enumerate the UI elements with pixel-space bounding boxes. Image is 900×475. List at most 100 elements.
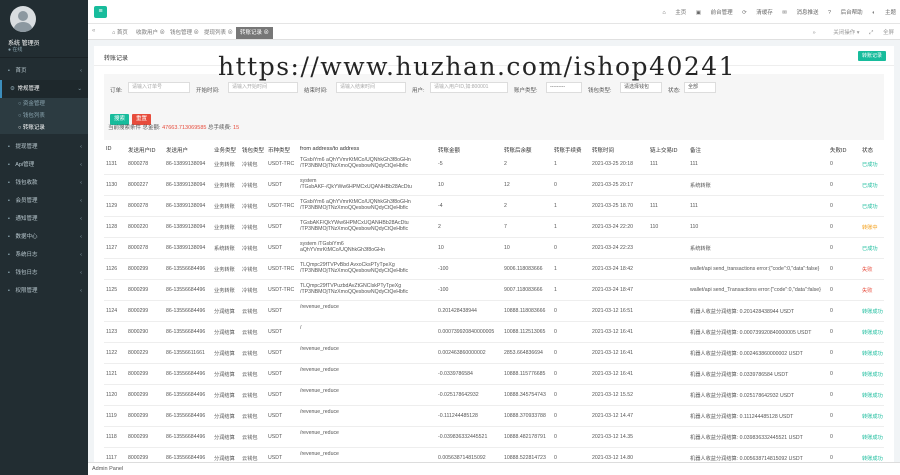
tab-label: 提现列表 [204,30,227,36]
table-cell: 10 [438,245,444,251]
tab-home[interactable]: ⌂ 首页 [108,27,132,39]
filter-label-user: 用户: [412,88,425,94]
table-row[interactable]: 1123 8000290 86-13556684496 分润结算 云钱包 USDT / 0.0… [104,322,884,343]
table-cell: USDT [268,455,283,461]
table-row[interactable]: 1119 8000299 86-13556684496 分润结算 云钱包 USDT/rev… [104,406,884,427]
table-cell: 8000278 [128,161,149,167]
table-cell: TGsbAKF/QkYWw6HPMCxUQANHBb28AcDtu /TP3NB… [300,220,409,232]
order-input[interactable]: 请输入订单号 [128,82,190,93]
table-cell: 转账成功 [862,330,883,336]
money-icon: ▪ [8,144,10,150]
stats-count-label: 总手续费: [207,125,232,131]
transfer-record-button[interactable]: 转账记录 [857,51,886,61]
table-row[interactable]: 1129 8000278 86-13899138094 业务转账 冷钱包 USDT-TRC… [104,196,884,217]
sidebar-item-auth[interactable]: ▪ 权限管理 ‹ [0,282,88,300]
tab-collect-users[interactable]: 收款用户 ⊗ [132,27,169,39]
table-cell: 业务转账 [214,162,235,168]
push-link[interactable]: ✉ 消息推送 [782,10,818,16]
table-cell: 8000227 [128,182,149,188]
chevron-left-icon: ‹ [80,288,82,294]
status-select[interactable]: 全部 [684,82,716,93]
clear-cache-link[interactable]: ⟳ 清缓存 [742,10,773,16]
sidebar-item-data[interactable]: ▪ 数据中心 ‹ [0,228,88,246]
table-cell: 冷钱包 [242,288,258,294]
fullscreen-button[interactable]: ⤢ 全屏 [869,30,894,36]
sidebar-subitem-label: 资金管理 [22,101,45,107]
table-cell: 机器人收益分润结算: 0.039836332445521 USDT [690,435,803,441]
table-row[interactable]: 1130 8000227 86-13899138094 业务转账 冷钱包 USDT syst… [104,175,884,196]
frontend-link[interactable]: ▣ 前台管理 [696,10,733,16]
help-link[interactable]: ? 后台帮助 [828,10,863,16]
chevron-left-icon: ‹ [80,68,82,74]
sidebar-item-home[interactable]: ▪ 首页 ‹ [0,62,88,80]
table-row[interactable]: 1131 8000278 86-13899138094 业务转账 冷钱包 USDT-TRC… [104,154,884,175]
table-row[interactable]: 1126 8000299 86-13556684496 业务转账 冷钱包 USDT-TRC… [104,259,884,280]
menu-toggle-icon[interactable]: ≡ [94,6,107,18]
avatar[interactable] [10,6,36,32]
sidebar-subitem-wallets[interactable]: ○ 钱包列表 [0,110,88,122]
tab-withdraws[interactable]: 提现列表 ⊗ [200,27,237,39]
table-cell: 转账成功 [862,456,883,462]
table-cell: TLQmpc29fTVPvBbd AvxoCksPTyTpeXg /TP3NBM… [300,262,409,274]
table-cell: 失败 [862,288,873,294]
tab-next-icon[interactable]: » [813,30,816,36]
user-input[interactable]: 请输入用户ID,如:800001 [430,82,508,93]
table-cell: USDT [268,329,283,335]
table-row[interactable]: 1124 8000299 86-13556684496 分润结算 云钱包 USDT/rev… [104,301,884,322]
end-time-input[interactable]: 请输入结束时间 [336,82,406,93]
table-cell: USDT [268,371,283,377]
table-cell: 1 [554,203,557,209]
sidebar-subitem-funds[interactable]: ○ 资金管理 [0,98,88,110]
sidebar-item-api[interactable]: ▪ Api管理 ‹ [0,156,88,174]
table-row[interactable]: 1121 8000299 86-13556684496 分润结算 云钱包 USDT/rev… [104,364,884,385]
sidebar-item-label: 权限管理 [15,288,38,294]
table-row[interactable]: 1118 8000299 86-13556684496 分润结算 云钱包 USDT/rev… [104,427,884,448]
table-row[interactable]: 1122 8000229 86-13556611661 分润结算 云钱包 USDT/rev… [104,343,884,364]
table-cell: 10888.345754743 [504,392,546,398]
sidebar-item-collect[interactable]: ▪ 钱包收款 ‹ [0,174,88,192]
wallet-type-select[interactable]: 请选择钱包 [620,82,662,93]
sidebar-item-notify[interactable]: ▪ 通知管理 ‹ [0,210,88,228]
table-row[interactable]: 1127 8000278 86-13899138094 系统转账 冷钱包 USDT syst… [104,238,884,259]
tab-close-ops[interactable]: 关闭操作 ▾ [825,30,859,36]
table-cell: 110 [690,224,699,230]
table-cell: 冷钱包 [242,162,258,168]
home-link[interactable]: ⌂ 主页 [662,10,686,16]
table-row[interactable]: 1120 8000299 86-13556684496 分润结算 云钱包 USDT/rev… [104,385,884,406]
sidebar-item-general[interactable]: ⚙ 常规管理 ⌄ [0,80,88,98]
sidebar-item-syslog[interactable]: ▪ 系统日志 ‹ [0,246,88,264]
table-cell: 0 [830,161,833,167]
sidebar-item-withdraw[interactable]: ▪ 提现管理 ‹ [0,138,88,156]
sidebar: 系统 管理员 ● 在线 ▪ 首页 ‹ ⚙ 常规管理 ⌄ ○ 资金管理 ○ 钱包列表 … [0,0,88,475]
table-cell: 冷钱包 [242,225,258,231]
tab-prev-icon[interactable]: « [92,28,95,34]
table-cell: 111 [690,203,698,209]
account-type-select[interactable]: --------- [546,82,582,93]
table-cell: 0 [554,245,557,251]
sidebar-item-members[interactable]: ▪ 会员管理 ‹ [0,192,88,210]
table-cell: 0 [830,182,833,188]
tab-label: 收款用户 [136,30,159,36]
tab-transfers[interactable]: 转账记录 ⊗ [236,27,274,39]
table-row[interactable]: 1117 8000299 86-13556684496 分润结算 云钱包 USDT/rev… [104,448,884,462]
table-cell: 2 [438,224,441,230]
table-row[interactable]: 1128 8000220 86-13899138094 业务转账 冷钱包 USDT TGsb… [104,217,884,238]
table-cell: 8000229 [128,350,149,356]
table-cell: 86-13899138094 [166,182,206,188]
table-cell: 机器人收益分润结算: 0.201428438944 USDT [690,309,795,315]
start-time-input[interactable]: 请输入开始时间 [228,82,298,93]
table-cell: 冷钱包 [242,246,258,252]
table-cell: 8000299 [128,308,149,314]
table-cell: 10088.112513065 [504,329,546,335]
table-row[interactable]: 1125 8000299 86-13556684496 业务转账 冷钱包 USDT-TRC… [104,280,884,301]
theme-link[interactable]: ◐ 主题 [872,10,896,16]
sidebar-item-walletlog[interactable]: ▪ 钱包日志 ‹ [0,264,88,282]
table-cell: 86-13899138094 [166,161,206,167]
table-cell: 111 [650,161,658,167]
table-cell: 0 [830,308,833,314]
table-cell: 1131 [106,161,118,167]
sidebar-subitem-transfers[interactable]: ○ 转账记录 [0,122,88,134]
filter-label-wallet-type: 钱包类型: [588,88,612,94]
sidebar-item-label: 钱包日志 [15,270,38,276]
tab-wallets[interactable]: 钱包管理 ⊗ [166,27,203,39]
